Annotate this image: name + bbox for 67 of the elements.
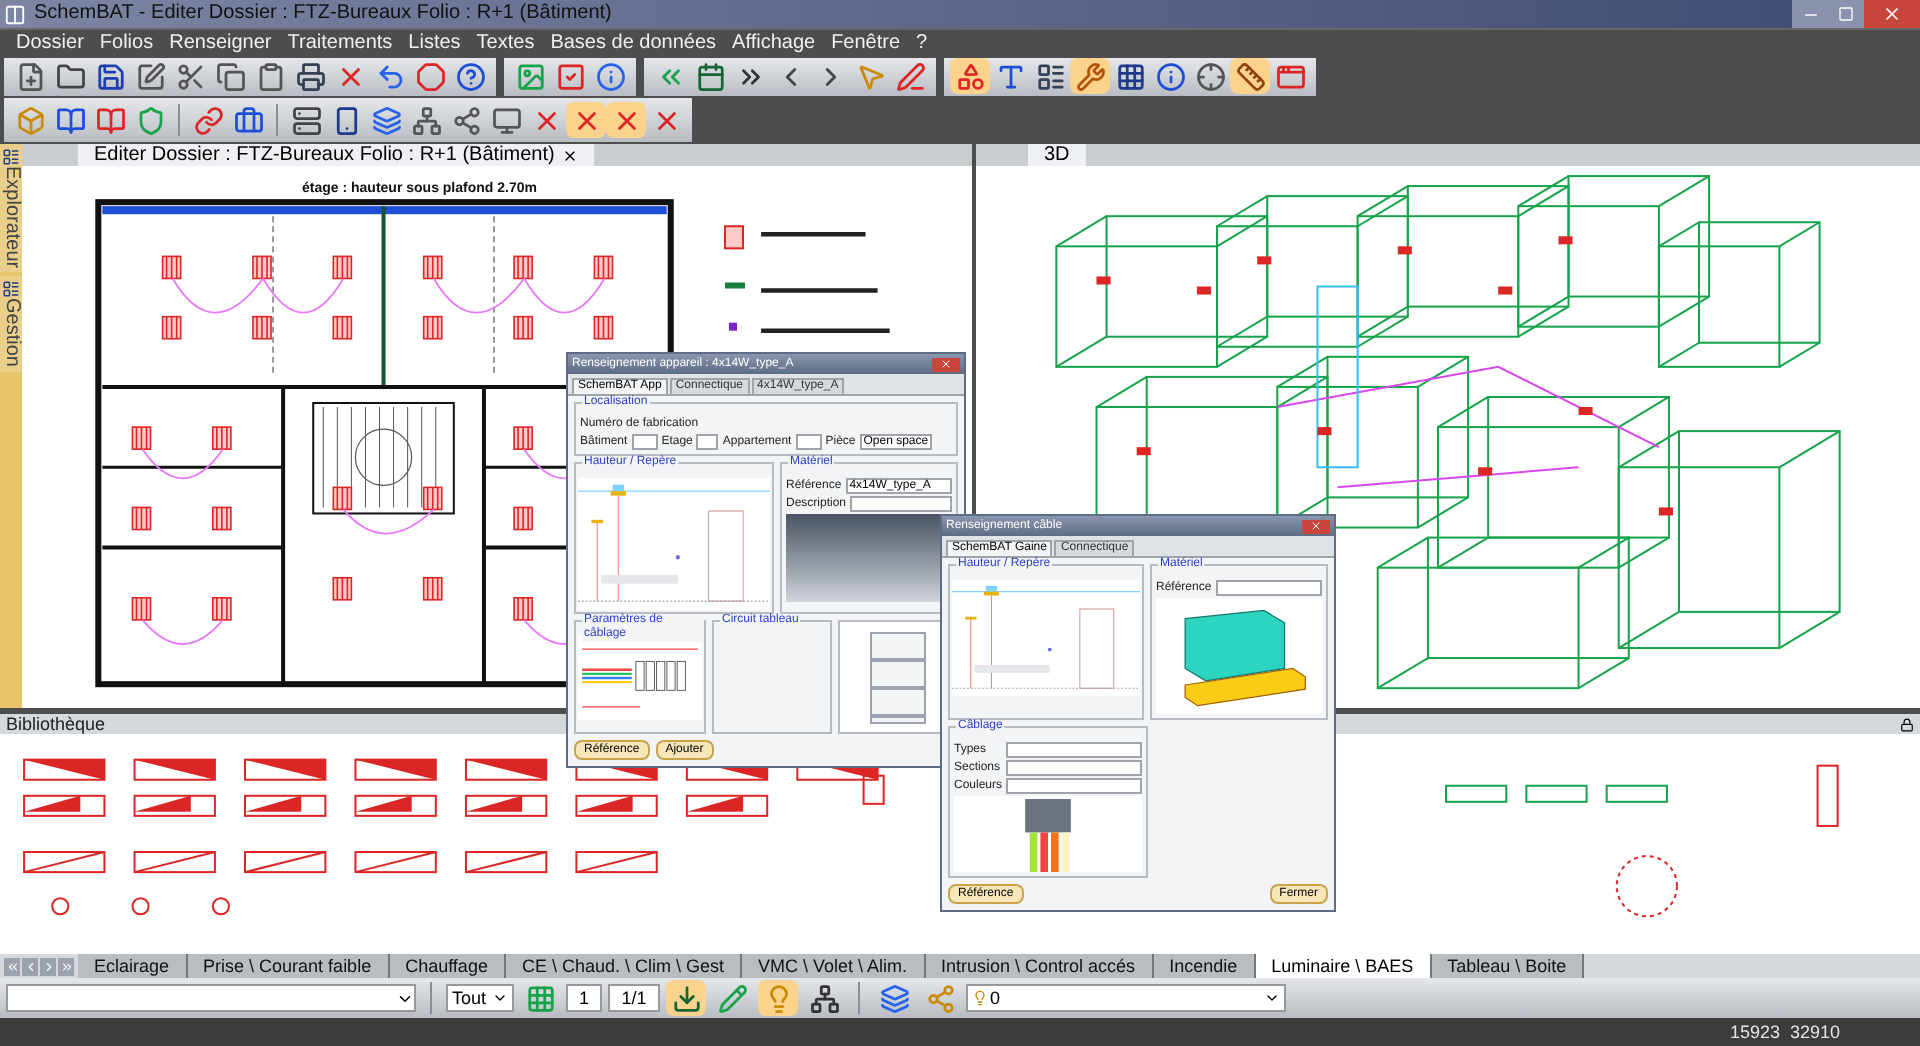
tab-scroll-icon[interactable] — [40, 957, 56, 975]
close-icon[interactable] — [562, 147, 579, 163]
restore-icon — [1838, 6, 1854, 22]
category-tab[interactable]: Tableau \ Boite — [1431, 954, 1585, 978]
app-logo-icon — [4, 3, 26, 25]
category-tab[interactable]: Prise \ Courant faible — [187, 954, 390, 978]
menu-item[interactable]: Traitements — [287, 31, 393, 55]
input-field[interactable] — [795, 434, 822, 450]
download-icon[interactable] — [666, 980, 706, 1016]
library-title: Bibliothèque — [6, 714, 106, 734]
page-count: 1/1 — [608, 984, 660, 1012]
category-tab[interactable]: VMC \ Volet \ Alim. — [741, 954, 926, 978]
tools-icon[interactable] — [1070, 58, 1110, 94]
menu-item[interactable]: Bases de données — [550, 31, 717, 55]
close-icon — [940, 358, 952, 370]
side-tab-label: Gestion — [1, 298, 21, 368]
input-field[interactable] — [1006, 760, 1142, 776]
menu-item[interactable]: Fenêtre — [831, 31, 901, 55]
side-tab[interactable]: Explorateur — [0, 144, 22, 273]
input-field[interactable] — [696, 434, 719, 450]
category-tab[interactable]: Chauffage — [389, 954, 506, 978]
input-field[interactable] — [1006, 742, 1142, 758]
menu-item[interactable]: Dossier — [16, 31, 84, 55]
menu-item[interactable]: Folios — [99, 31, 154, 55]
editor-tab[interactable]: Editer Dossier : FTZ-Bureaux Folio : R+1 (Bâtiment) — [78, 144, 595, 166]
lightbulb-icon — [972, 990, 988, 1006]
close-icon — [1310, 520, 1322, 532]
side-tab-label: Explorateur — [1, 166, 21, 269]
menu-item[interactable]: Affichage — [732, 31, 816, 55]
minimize-button[interactable] — [1792, 0, 1828, 28]
shapes-icon[interactable] — [950, 58, 990, 94]
menu-item[interactable]: Textes — [476, 31, 535, 55]
side-tab[interactable]: Gestion — [0, 276, 22, 372]
input-field[interactable] — [631, 434, 658, 450]
menu-item[interactable]: Renseigner — [169, 31, 272, 55]
category-tab[interactable]: Intrusion \ Control accés — [925, 954, 1154, 978]
page-field[interactable]: 1 — [566, 984, 602, 1012]
panel-icon — [2, 148, 20, 166]
tab-scroll-icon[interactable] — [22, 957, 38, 975]
input-field[interactable] — [1215, 580, 1322, 596]
menu-item[interactable]: Listes — [408, 31, 461, 55]
category-tab[interactable]: CE \ Chaud. \ Clim \ Gest — [505, 954, 742, 978]
arrow-icon — [59, 959, 73, 973]
layer-select[interactable]: 0 — [966, 984, 1286, 1012]
close-button[interactable] — [1864, 0, 1920, 28]
close-button[interactable] — [1302, 519, 1330, 533]
input-field[interactable] — [850, 496, 952, 512]
cursor-coordinates: 15923 32910 — [1729, 1022, 1840, 1042]
tab-scroll-icon[interactable] — [58, 957, 74, 975]
layer-name: 0 — [990, 988, 1001, 1008]
filter-select[interactable]: Tout — [446, 984, 514, 1012]
menu-item[interactable]: ? — [916, 31, 928, 55]
window-title: SchemBAT - Editer Dossier : FTZ-Bureaux Folio : R+1 (Bâtiment) — [34, 2, 612, 26]
3d-view-tab[interactable]: 3D — [1028, 144, 1086, 166]
close-icon — [1882, 4, 1902, 24]
panel-icon — [2, 280, 20, 299]
tab-scroll-icon[interactable] — [4, 957, 20, 975]
category-tab[interactable]: Incendie — [1153, 954, 1256, 978]
arrow-icon — [5, 959, 19, 973]
delete-icon[interactable] — [606, 102, 646, 138]
restore-button[interactable] — [1828, 0, 1864, 28]
input-field[interactable] — [1006, 778, 1142, 794]
ruler-icon[interactable] — [1230, 58, 1270, 94]
delete-icon[interactable] — [566, 102, 606, 138]
category-tab[interactable]: Luminaire \ BAES — [1255, 954, 1432, 978]
close-button[interactable] — [932, 357, 960, 371]
category-tab[interactable]: Eclairage — [78, 954, 188, 978]
